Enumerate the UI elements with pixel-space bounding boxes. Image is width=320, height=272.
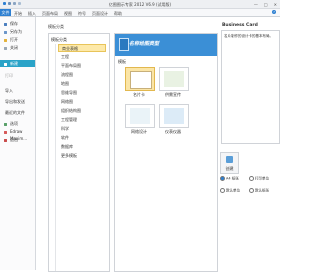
details-pane: Business Card 名片制作的设计卡的基本布局。 创建 A4 纸张 打印…: [219, 20, 280, 270]
template-label: 供需宣传: [165, 92, 181, 97]
category-item-engineering[interactable]: 工程: [58, 53, 106, 61]
category-badge-icon: [119, 38, 129, 51]
details-title: Business Card: [222, 23, 258, 28]
network-design-icon: [130, 108, 150, 124]
dashboard-icon: [164, 108, 184, 124]
default-paper-option[interactable]: 默认纸张: [249, 188, 269, 194]
category-item-network[interactable]: 网络图: [58, 98, 106, 106]
category-item-mind-map[interactable]: 思维导图: [58, 89, 106, 97]
save-as-icon: [4, 30, 7, 34]
category-item-more[interactable]: 更多模板: [58, 152, 106, 160]
radio-icon: [249, 176, 254, 181]
minimize-button[interactable]: —: [254, 2, 258, 7]
exit-icon: [4, 138, 7, 142]
category-item-software[interactable]: 软件: [58, 134, 106, 142]
nav-item-options[interactable]: 选项: [0, 120, 35, 127]
save-icon: [4, 22, 7, 26]
edraw-icon: [4, 130, 7, 134]
template-thumb-business-card[interactable]: [125, 67, 155, 91]
category-item-business[interactable]: 商业表格: [58, 44, 106, 52]
tab-insert[interactable]: 插入: [28, 11, 36, 17]
template-thumb-network-design[interactable]: [125, 104, 155, 128]
close-button[interactable]: ✕: [274, 2, 277, 7]
new-doc-icon: [4, 62, 7, 66]
tab-help[interactable]: 帮助: [114, 11, 122, 17]
template-thumb-flyer[interactable]: [159, 67, 189, 91]
nav-item-exit[interactable]: 退出: [0, 136, 35, 143]
nav-item-close[interactable]: 关闭: [0, 44, 35, 51]
tab-symbols[interactable]: 符号: [78, 11, 86, 17]
template-preview: 名片制作的设计卡的基本布局。: [221, 30, 280, 144]
paper-size-option[interactable]: A4 纸张: [220, 176, 239, 182]
nav-item-export-send[interactable]: 导出和发送: [0, 98, 35, 105]
help-icon[interactable]: ?: [272, 10, 276, 14]
category-pane: 模板分类 商业表格 工程 平面布局图 流程图 地图 思维导图 网络图 组织结构图…: [48, 33, 110, 272]
banner-heading: 名称绘图类型: [129, 41, 160, 47]
templates-header: 模板分类: [48, 24, 64, 29]
nav-item-save[interactable]: 保存: [0, 20, 35, 27]
category-list: 商业表格 工程 平面布局图 流程图 地图 思维导图 网络图 组织结构图 工程管理…: [55, 44, 110, 271]
tab-view[interactable]: 视图: [64, 11, 72, 17]
category-item-map[interactable]: 地图: [58, 80, 106, 88]
template-label: 仪表仪器: [165, 129, 181, 134]
section-label: 模板: [118, 59, 126, 64]
print-unit-option[interactable]: 打印单位: [249, 176, 269, 182]
nav-item-new[interactable]: 新建: [0, 60, 35, 67]
options-icon: [4, 122, 7, 126]
template-label: 网络设计: [131, 129, 147, 134]
create-icon: [226, 156, 233, 163]
category-header: 模板分类: [51, 37, 67, 42]
category-item-flowchart[interactable]: 流程图: [58, 71, 106, 79]
category-item-project[interactable]: 工程管理: [58, 116, 106, 124]
tab-page-layout[interactable]: 页面布局: [42, 11, 58, 17]
window-controls: — □ ✕: [254, 2, 277, 7]
template-label: 名片卡: [133, 92, 145, 97]
flyer-icon: [164, 71, 184, 87]
category-item-science[interactable]: 科学: [58, 125, 106, 133]
nav-item-print[interactable]: 打印: [0, 72, 35, 79]
gallery-banner: 名称绘图类型: [115, 34, 217, 56]
radio-icon: [249, 188, 254, 193]
maximize-button[interactable]: □: [264, 2, 268, 7]
templates-panel: 模板分类 模板分类 商业表格 工程 平面布局图 流程图 地图 思维导图 网络图 …: [48, 20, 218, 272]
radio-icon: [220, 176, 225, 181]
tab-page-design[interactable]: 页面设计: [92, 11, 108, 17]
category-item-floor-plan[interactable]: 平面布局图: [58, 62, 106, 70]
ribbon-tabs: 文件 开始 插入 页面布局 视图 符号 页面设计 帮助 ?: [0, 9, 280, 17]
template-description: 名片制作的设计卡的基本布局。: [224, 34, 273, 38]
nav-item-import[interactable]: 导入: [0, 87, 35, 94]
title-bar: 亿图图示专家 2012 V6.9 (试用版) — □ ✕: [0, 0, 280, 9]
backstage-nav: 保存 另存为 打开 关闭 新建 打印 导入 导出和发送 最近的文件 选项 Edr…: [0, 17, 36, 270]
tab-home[interactable]: 开始: [14, 11, 22, 17]
category-item-org-chart[interactable]: 组织结构图: [58, 107, 106, 115]
nav-item-recent-files[interactable]: 最近的文件: [0, 109, 35, 116]
nav-item-open[interactable]: 打开: [0, 36, 35, 43]
category-item-database[interactable]: 数据库: [58, 143, 106, 151]
close-doc-icon: [4, 46, 7, 50]
template-thumb-dashboard[interactable]: [159, 104, 189, 128]
business-card-icon: [130, 71, 152, 89]
tab-file[interactable]: 文件: [0, 9, 11, 16]
open-folder-icon: [4, 38, 7, 42]
nav-item-edraw-max[interactable]: Edraw Maxim...: [0, 128, 35, 141]
window-title: 亿图图示专家 2012 V6.9 (试用版): [108, 1, 172, 7]
radio-icon: [220, 188, 225, 193]
nav-item-save-as[interactable]: 另存为: [0, 28, 35, 35]
default-unit-option[interactable]: 默认单位: [220, 188, 240, 194]
create-button[interactable]: 创建: [220, 152, 239, 174]
template-gallery: 名称绘图类型 模板 名片卡 供需宣传 网络设计 仪表仪器: [114, 33, 218, 272]
